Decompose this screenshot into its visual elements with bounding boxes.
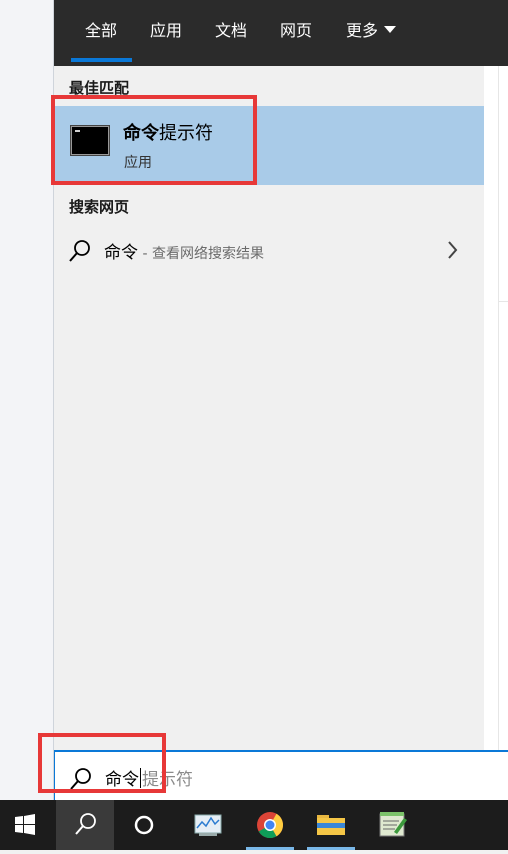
tab-documents[interactable]: 文档: [215, 21, 247, 41]
search-box[interactable]: 命令 提示符: [54, 750, 508, 800]
search-autocomplete-suggestion: 提示符: [142, 770, 193, 790]
best-match-title: 命令提示符: [123, 119, 213, 145]
search-icon: [69, 240, 90, 262]
search-icon: [75, 813, 96, 835]
search-input[interactable]: 命令 提示符: [105, 765, 193, 790]
search-icon: [70, 768, 91, 790]
web-search-description: - 查看网络搜索结果: [138, 246, 264, 262]
taskbar-app-file-explorer[interactable]: [303, 800, 359, 850]
best-match-command-prompt[interactable]: 命令提示符 应用: [54, 106, 484, 185]
best-match-title-rest: 提示符: [159, 123, 213, 144]
command-prompt-icon: [70, 125, 110, 156]
taskbar-app-task-manager[interactable]: [181, 800, 237, 850]
notepad-app-icon: [379, 812, 407, 837]
chrome-icon: [257, 812, 284, 839]
tab-all[interactable]: 全部: [85, 21, 117, 41]
active-tab-indicator: [71, 58, 132, 62]
best-match-heading: 最佳匹配: [69, 79, 130, 97]
web-search-heading: 搜索网页: [69, 198, 130, 216]
tab-more[interactable]: 更多: [346, 21, 397, 41]
cortana-button[interactable]: [116, 800, 172, 850]
taskbar-app-notepad[interactable]: [364, 800, 420, 850]
preview-pane: [484, 66, 508, 750]
windows-start-icon: [15, 814, 35, 835]
chevron-down-icon: [384, 26, 397, 33]
chevron-right-icon[interactable]: [447, 240, 459, 260]
best-match-title-bold: 命令: [123, 123, 159, 144]
start-button[interactable]: [0, 800, 56, 850]
search-results-pane: 最佳匹配 命令提示符 应用 搜索网页 命令 - 查看网络搜索结果: [54, 66, 484, 750]
taskbar: [0, 800, 508, 850]
web-search-result[interactable]: 命令 - 查看网络搜索结果: [54, 232, 484, 270]
tab-more-label: 更多: [346, 21, 379, 40]
web-search-query: 命令: [104, 243, 138, 263]
file-explorer-icon: [317, 815, 345, 835]
task-manager-icon: [194, 814, 222, 836]
cortana-icon: [134, 815, 154, 835]
taskbar-search-button[interactable]: [56, 800, 114, 850]
preview-pane-edge: [498, 66, 508, 750]
web-search-text: 命令 - 查看网络搜索结果: [104, 238, 264, 263]
taskbar-app-chrome[interactable]: [242, 800, 298, 850]
search-typed-text: 命令: [105, 770, 139, 790]
text-caret: [140, 768, 141, 788]
tab-apps[interactable]: 应用: [150, 21, 182, 41]
tab-web[interactable]: 网页: [280, 21, 312, 41]
background-window-strip: [0, 0, 53, 800]
best-match-type: 应用: [124, 155, 152, 171]
preview-divider: [498, 301, 508, 302]
search-scope-tabs: 全部 应用 文档 网页 更多: [54, 0, 508, 66]
